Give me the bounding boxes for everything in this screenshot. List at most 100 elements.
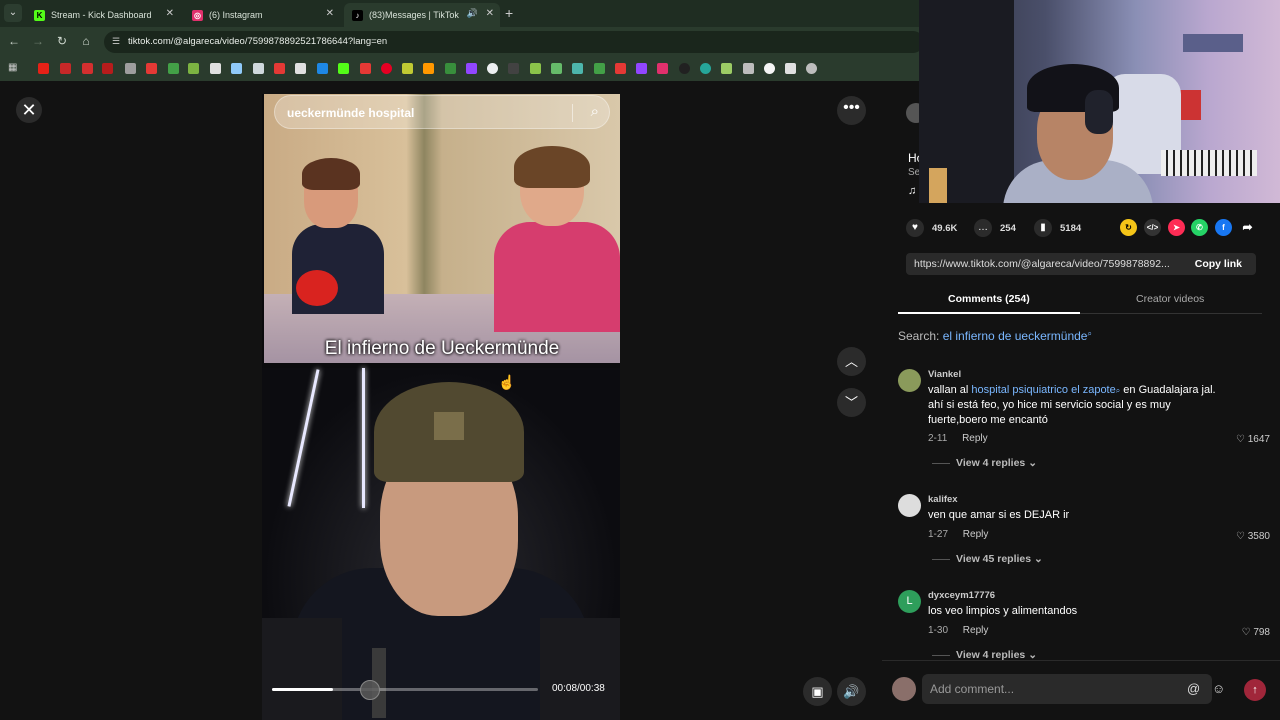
save-button[interactable]: ▮ 5184 <box>1034 219 1081 237</box>
tab-instagram[interactable]: ◎ (6) Instagram ✕ <box>184 3 340 27</box>
mini-player-icon[interactable]: ▣ <box>803 677 832 706</box>
address-bar[interactable]: ☰ tiktok.com/@algareca/video/75998788925… <box>104 31 924 53</box>
comment-username[interactable]: dyxceym17776 <box>928 590 995 601</box>
video-progress-bar[interactable] <box>272 680 538 700</box>
comment-username[interactable]: Viankel <box>928 369 961 380</box>
bookmark-icon[interactable] <box>700 63 711 74</box>
add-comment-input[interactable]: Add comment... <box>922 674 1212 704</box>
bookmark-icon[interactable] <box>530 63 541 74</box>
bookmark-icon[interactable] <box>402 63 413 74</box>
comment-search-link[interactable]: hospital psiquiatrico el zapote <box>971 384 1115 396</box>
share-arrow-icon[interactable]: ➦ <box>1239 219 1256 236</box>
volume-icon[interactable]: 🔊 <box>837 677 866 706</box>
reply-button[interactable]: Reply <box>963 529 989 540</box>
copy-link-button[interactable]: Copy link <box>1195 258 1242 270</box>
bookmark-icon[interactable] <box>146 63 157 74</box>
close-icon[interactable]: ✕ <box>486 8 494 19</box>
mention-icon[interactable]: @ <box>1187 681 1200 696</box>
bookmark-icon[interactable] <box>764 63 775 74</box>
search-suggestion[interactable]: Search: el infierno de ueckermünde⌕ <box>898 329 1092 343</box>
bookmark-icon[interactable] <box>785 63 796 74</box>
close-icon[interactable]: ✕ <box>166 8 174 19</box>
bookmark-icon[interactable] <box>82 63 93 74</box>
bookmark-twitch-icon[interactable] <box>636 63 647 74</box>
comment-button[interactable]: … 254 <box>974 219 1016 237</box>
tab-creator-videos[interactable]: Creator videos <box>1136 293 1204 305</box>
emoji-icon[interactable]: ☺ <box>1212 681 1225 696</box>
bookmark-icon[interactable] <box>721 63 732 74</box>
share-repost-icon[interactable]: ↻ <box>1120 219 1137 236</box>
comment-username[interactable]: kalifex <box>928 494 958 505</box>
embed-code-icon[interactable]: </> <box>1144 219 1161 236</box>
bookmark-icon[interactable] <box>572 63 583 74</box>
tab-tiktok[interactable]: ♪ (83)Messages | TikTok 🔊 ✕ <box>344 3 500 27</box>
avatar[interactable]: L <box>898 590 921 613</box>
comment-item: Viankel vallan al hospital psiquiatrico … <box>898 369 1270 479</box>
facebook-icon[interactable]: f <box>1215 219 1232 236</box>
apps-grid-icon[interactable]: ▦ <box>8 62 17 73</box>
bookmark-icon[interactable] <box>253 63 264 74</box>
close-icon[interactable]: ✕ <box>326 8 334 19</box>
comment-like-button[interactable]: ♡ 3580 <box>1236 531 1270 542</box>
reply-button[interactable]: Reply <box>962 433 988 444</box>
bookmark-icon[interactable] <box>551 63 562 74</box>
bookmark-youtube-icon[interactable] <box>38 63 49 74</box>
bookmark-icon[interactable] <box>806 63 817 74</box>
bookmark-kick-icon[interactable] <box>338 63 349 74</box>
video-link-url[interactable]: https://www.tiktok.com/@algareca/video/7… <box>914 258 1180 270</box>
progress-fill <box>272 688 334 691</box>
bookmark-icon[interactable] <box>274 63 285 74</box>
bookmark-twitch-icon[interactable] <box>466 63 477 74</box>
next-video-chevron-down-icon[interactable]: ﹀ <box>837 388 866 417</box>
bookmark-icon[interactable] <box>487 63 498 74</box>
bookmark-icon[interactable] <box>679 63 690 74</box>
bookmark-icon[interactable] <box>508 63 519 74</box>
avatar[interactable] <box>898 494 921 517</box>
view-replies-button[interactable]: View 45 replies ⌄ <box>932 553 1043 565</box>
reload-icon[interactable]: ↻ <box>54 34 70 48</box>
bookmark-icon[interactable] <box>445 63 456 74</box>
more-options-icon[interactable]: ••• <box>837 96 866 125</box>
bookmark-icon[interactable] <box>60 63 71 74</box>
avatar[interactable] <box>898 369 921 392</box>
bookmark-instagram-icon[interactable] <box>657 63 668 74</box>
bookmark-icon[interactable] <box>188 63 199 74</box>
reply-button[interactable]: Reply <box>963 625 989 636</box>
home-icon[interactable]: ⌂ <box>78 34 94 48</box>
tab-search-chevron-icon[interactable]: ⌄ <box>4 4 22 22</box>
bookmark-icon[interactable] <box>743 63 754 74</box>
bookmark-pinterest-icon[interactable] <box>381 63 392 74</box>
site-info-icon[interactable]: ☰ <box>112 36 120 47</box>
bookmark-icon[interactable] <box>615 63 626 74</box>
bookmark-icon[interactable] <box>295 63 306 74</box>
bookmark-icon[interactable] <box>231 63 242 74</box>
bookmark-icon[interactable] <box>317 63 328 74</box>
heart-icon: ♥ <box>906 219 924 237</box>
forward-icon[interactable]: → <box>30 34 46 48</box>
search-query[interactable]: el infierno de ueckermünde <box>943 329 1088 343</box>
bookmark-icon[interactable] <box>210 63 221 74</box>
like-button[interactable]: ♥ 49.6K <box>906 219 957 237</box>
tab-comments[interactable]: Comments (254) <box>948 293 1030 305</box>
whatsapp-icon[interactable]: ✆ <box>1191 219 1208 236</box>
video-player[interactable]: ueckermünde hospital ⌕ El infierno de Ue… <box>262 94 620 720</box>
music-icon[interactable]: ♫ <box>908 185 916 197</box>
share-tiktok-friends-icon[interactable]: ➤ <box>1168 219 1185 236</box>
bookmark-icon[interactable] <box>360 63 371 74</box>
post-comment-icon[interactable]: ↑ <box>1244 679 1266 701</box>
tab-kick[interactable]: K Stream - Kick Dashboard ✕ <box>26 3 180 27</box>
bookmark-icon[interactable] <box>125 63 136 74</box>
comment-like-button[interactable]: ♡ 1647 <box>1236 434 1270 445</box>
bookmark-icon[interactable] <box>423 63 434 74</box>
bookmark-icon[interactable] <box>594 63 605 74</box>
audio-icon[interactable]: 🔊 <box>467 8 478 19</box>
new-tab-icon[interactable]: + <box>505 5 513 21</box>
comment-like-button[interactable]: ♡ 798 <box>1242 627 1270 638</box>
view-replies-button[interactable]: View 4 replies ⌄ <box>932 457 1037 469</box>
close-icon[interactable]: ✕ <box>16 97 42 123</box>
bookmark-icon[interactable] <box>102 63 113 74</box>
previous-video-chevron-up-icon[interactable]: ︿ <box>837 347 866 376</box>
bookmark-icon[interactable] <box>168 63 179 74</box>
view-replies-button[interactable]: View 4 replies ⌄ <box>932 649 1037 660</box>
back-icon[interactable]: ← <box>6 34 22 48</box>
